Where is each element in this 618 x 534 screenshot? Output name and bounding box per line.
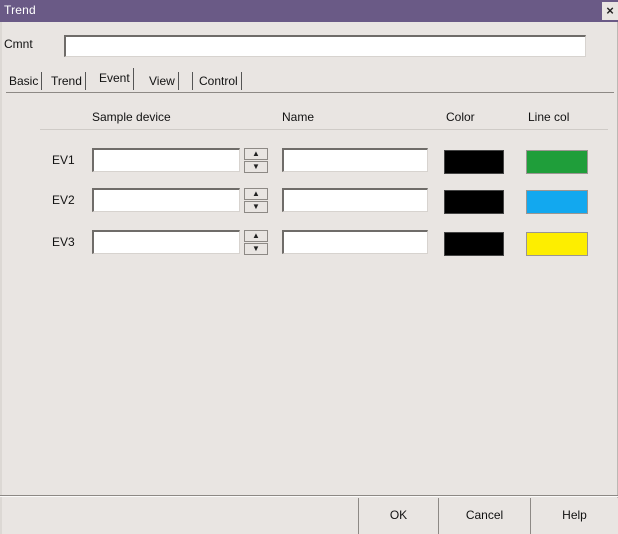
header-divider <box>40 129 608 130</box>
sample-device-spinner-ev2[interactable]: ▲ ▼ <box>244 188 268 214</box>
header-sample-device: Sample device <box>92 110 171 124</box>
event-row-ev1: EV1 ▲ ▼ <box>0 146 618 174</box>
color-swatch-ev2[interactable] <box>444 190 504 214</box>
line-color-swatch-ev1[interactable] <box>526 150 588 174</box>
tab-control[interactable]: Control <box>192 72 242 90</box>
spin-up-icon[interactable]: ▲ <box>244 188 268 200</box>
line-color-swatch-ev2[interactable] <box>526 190 588 214</box>
sample-device-field-ev3[interactable] <box>92 230 240 254</box>
cancel-button[interactable]: Cancel <box>438 498 530 534</box>
color-swatch-ev3[interactable] <box>444 232 504 256</box>
event-label: EV1 <box>52 153 75 167</box>
line-color-swatch-ev3[interactable] <box>526 232 588 256</box>
name-field-ev1[interactable] <box>282 148 428 172</box>
sample-device-field-ev2[interactable] <box>92 188 240 212</box>
tab-trend[interactable]: Trend <box>48 72 86 90</box>
tabs-divider <box>6 92 614 93</box>
event-label: EV2 <box>52 193 75 207</box>
window-title: Trend <box>4 3 36 17</box>
spin-down-icon[interactable]: ▼ <box>244 201 268 213</box>
name-field-ev3[interactable] <box>282 230 428 254</box>
event-row-ev3: EV3 ▲ ▼ <box>0 228 618 256</box>
help-button[interactable]: Help <box>530 498 618 534</box>
spin-up-icon[interactable]: ▲ <box>244 148 268 160</box>
comment-label: Cmnt <box>4 37 33 51</box>
tab-event[interactable]: Event <box>96 68 134 90</box>
ok-button[interactable]: OK <box>358 498 438 534</box>
sample-device-spinner-ev3[interactable]: ▲ ▼ <box>244 230 268 256</box>
trend-dialog: Trend × Cmnt Basic Trend Event View Cont… <box>0 0 618 534</box>
footer-divider-highlight <box>0 496 618 497</box>
tab-basic[interactable]: Basic <box>6 72 43 90</box>
name-field-ev2[interactable] <box>282 188 428 212</box>
header-color: Color <box>446 110 475 124</box>
tab-view[interactable]: View <box>146 72 179 90</box>
title-bar[interactable]: Trend × <box>0 0 618 22</box>
sample-device-field-ev1[interactable] <box>92 148 240 172</box>
comment-input[interactable] <box>64 35 586 57</box>
comment-row: Cmnt <box>0 32 618 60</box>
event-label: EV3 <box>52 235 75 249</box>
header-name: Name <box>282 110 315 124</box>
event-row-ev2: EV2 ▲ ▼ <box>0 186 618 214</box>
close-icon[interactable]: × <box>602 2 618 20</box>
spin-down-icon[interactable]: ▼ <box>244 161 268 173</box>
window-edge <box>0 0 2 534</box>
color-swatch-ev1[interactable] <box>444 150 504 174</box>
spin-down-icon[interactable]: ▼ <box>244 243 268 255</box>
header-line-color: Line col <box>528 110 570 124</box>
sample-device-spinner-ev1[interactable]: ▲ ▼ <box>244 148 268 174</box>
spin-up-icon[interactable]: ▲ <box>244 230 268 242</box>
